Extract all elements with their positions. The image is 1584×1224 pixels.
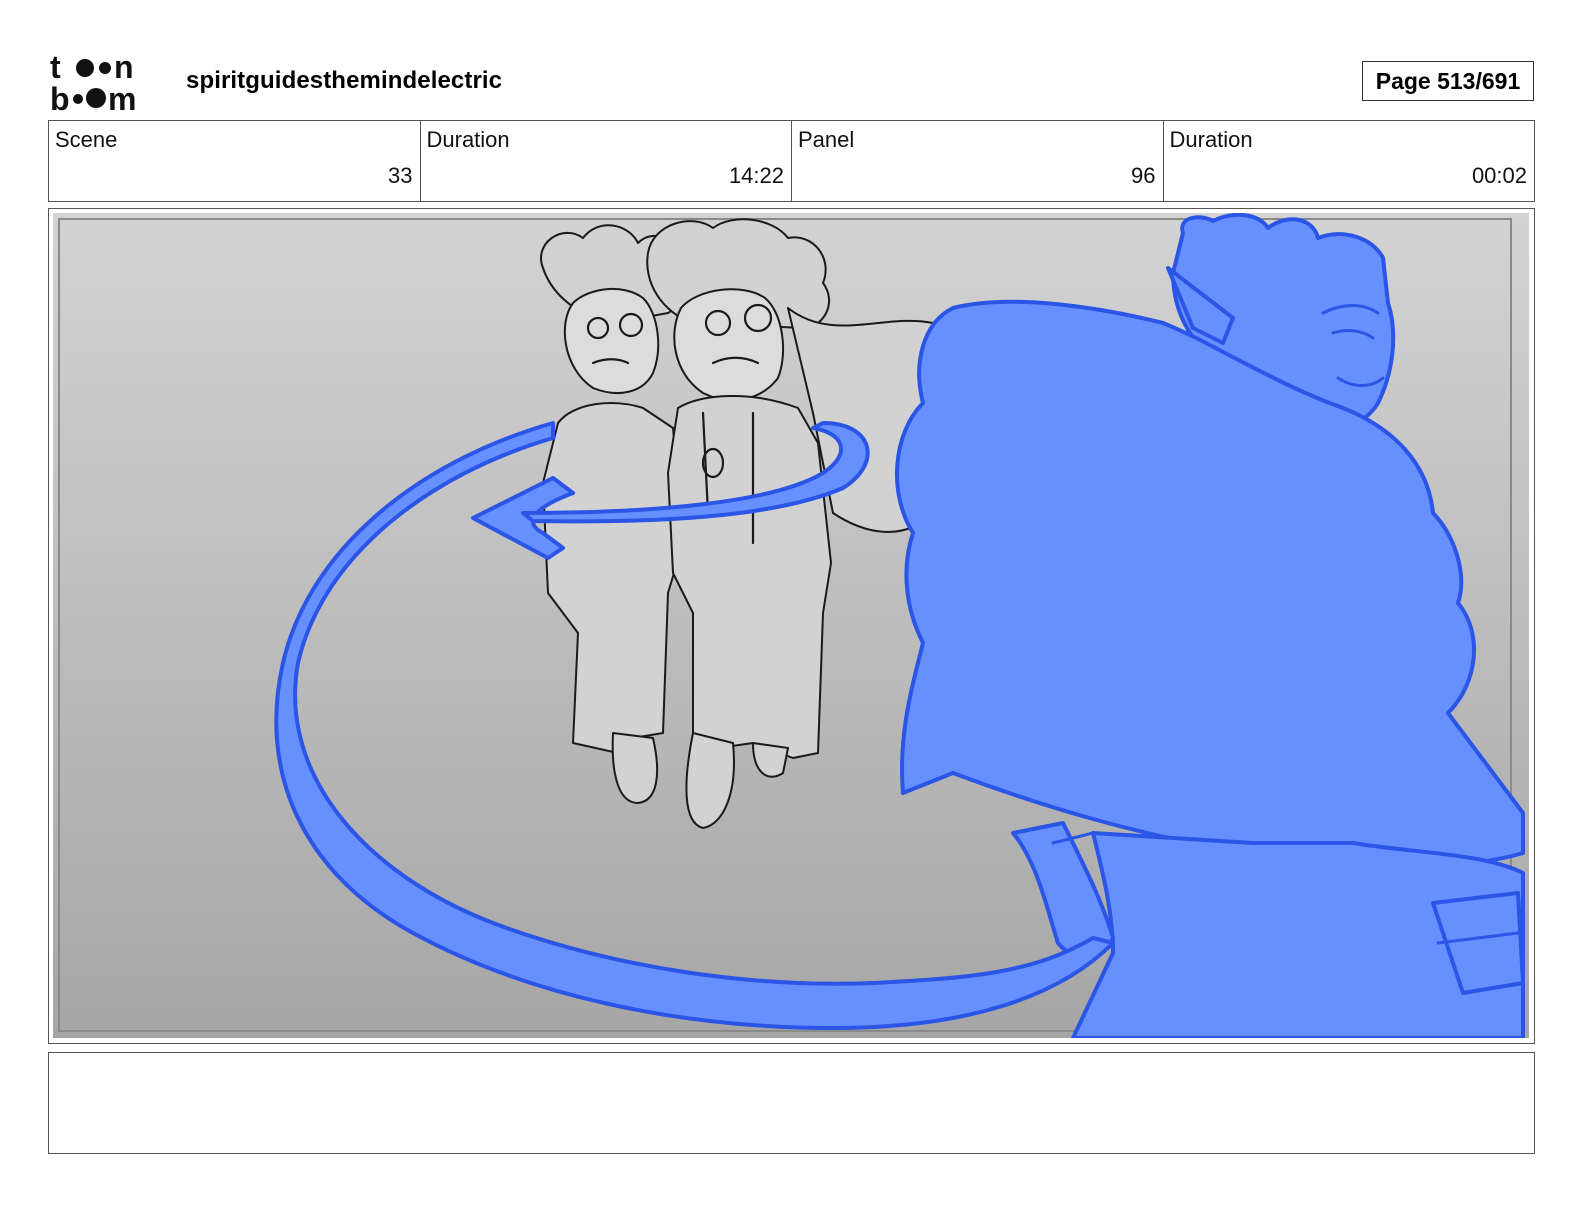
scene-duration-label: Duration <box>426 127 510 152</box>
page-indicator: Page 513/691 <box>1362 61 1534 101</box>
panel-duration-cell: Duration 00:02 <box>1164 121 1535 201</box>
scene-cell: Scene 33 <box>49 121 421 201</box>
svg-text:b: b <box>50 81 70 114</box>
panel-info-table: Scene 33 Duration 14:22 Panel 96 Duratio… <box>48 120 1535 202</box>
scene-value: 33 <box>388 163 413 188</box>
svg-text:n: n <box>114 50 134 85</box>
toon-boom-logo: t n b m <box>50 50 136 114</box>
svg-text:t: t <box>50 50 61 85</box>
scene-duration-value: 14:22 <box>728 163 784 188</box>
panel-drawing-canvas <box>53 213 1529 1038</box>
panel-cell: Panel 96 <box>792 121 1164 201</box>
scene-label: Scene <box>55 127 118 152</box>
scene-duration-cell: Duration 14:22 <box>421 121 792 201</box>
panel-value: 96 <box>1131 163 1156 188</box>
project-title: spiritguidesthemindelectric <box>186 67 503 94</box>
panel-duration-label: Duration <box>1169 127 1253 152</box>
storyboard-header: t n b m spiritguidesthemindelectric Page… <box>0 0 1584 118</box>
panel-notes-box <box>48 1052 1535 1154</box>
panel-sketch <box>58 213 1525 1038</box>
panel-label: Panel <box>798 127 855 152</box>
panel-duration-value: 00:02 <box>1471 163 1527 188</box>
svg-text:m: m <box>108 81 136 114</box>
storyboard-frame <box>48 208 1535 1044</box>
blue-cloaked-figure <box>895 213 1525 1038</box>
